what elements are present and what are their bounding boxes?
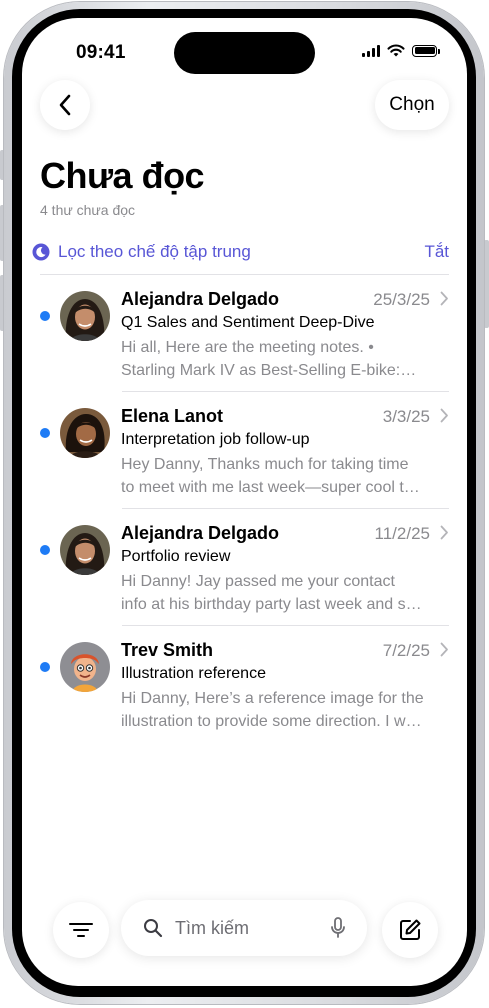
mail-preview-line: illustration to provide some direction. … xyxy=(121,713,422,730)
mail-date: 7/2/25 xyxy=(382,641,430,660)
mail-sender: Alejandra Delgado xyxy=(121,289,280,309)
compose-icon xyxy=(400,919,421,940)
mail-preview: Hi all, Here are the meeting notes. • St… xyxy=(121,336,449,382)
avatar xyxy=(60,525,110,575)
mail-sender: Trev Smith xyxy=(121,640,214,660)
moon-icon xyxy=(32,243,50,261)
mail-preview: Hi Danny! Jay passed me your contact inf… xyxy=(121,570,449,616)
screen: 09:41 Chọn Chưa đọc 4 thư chưa đọc Lọc t… xyxy=(22,18,467,986)
mail-preview-line: Hi all, Here are the meeting notes. • xyxy=(121,339,374,356)
search-bar[interactable] xyxy=(121,900,367,956)
chevron-right-icon xyxy=(440,642,448,657)
dynamic-island xyxy=(174,32,315,74)
chevron-right-icon xyxy=(440,525,448,540)
mail-date: 3/3/25 xyxy=(382,407,430,426)
mail-preview: Hey Danny, Thanks much for taking time t… xyxy=(121,453,449,499)
status-time: 09:41 xyxy=(76,42,126,63)
unread-dot xyxy=(40,662,50,672)
focus-filter-row: Lọc theo chế độ tập trung Tắt xyxy=(32,240,449,264)
mail-date: 11/2/25 xyxy=(374,524,430,543)
unread-count: 4 thư chưa đọc xyxy=(40,202,136,218)
back-button[interactable] xyxy=(40,80,90,130)
microphone-icon[interactable] xyxy=(331,917,345,939)
avatar xyxy=(60,642,110,692)
avatar xyxy=(60,408,110,458)
page-title: Chưa đọc xyxy=(40,155,205,196)
mail-subject: Q1 Sales and Sentiment Deep-Dive xyxy=(121,314,375,331)
focus-filter-off-button[interactable]: Tắt xyxy=(424,242,449,262)
mail-preview-line: info at his birthday party last week and… xyxy=(121,596,422,613)
mail-preview-line: Hey Danny, Thanks much for taking time xyxy=(121,456,409,473)
unread-dot xyxy=(40,545,50,555)
focus-filter-label[interactable]: Lọc theo chế độ tập trung xyxy=(58,242,251,262)
mail-preview-line: to meet with me last week—super cool t… xyxy=(121,479,420,496)
compose-button[interactable] xyxy=(382,902,438,958)
mail-date: 25/3/25 xyxy=(373,290,430,309)
avatar xyxy=(60,291,110,341)
chevron-right-icon xyxy=(440,291,448,306)
unread-dot xyxy=(40,311,50,321)
mail-preview: Hi Danny, Here’s a reference image for t… xyxy=(121,687,449,733)
cellular-signal-icon xyxy=(362,44,380,57)
filter-button[interactable] xyxy=(53,902,109,958)
side-button xyxy=(484,240,489,328)
search-icon xyxy=(143,918,163,938)
search-input[interactable] xyxy=(173,916,327,940)
mail-item[interactable]: Elena Lanot 3/3/25 Interpretation job fo… xyxy=(22,392,467,509)
wifi-icon xyxy=(387,44,405,57)
mail-list: Alejandra Delgado 25/3/25 Q1 Sales and S… xyxy=(22,275,467,743)
chevron-right-icon xyxy=(440,408,448,423)
mail-sender: Alejandra Delgado xyxy=(121,523,280,543)
filter-lines-icon xyxy=(69,923,93,937)
battery-icon xyxy=(412,44,440,57)
mail-sender: Elena Lanot xyxy=(121,406,224,426)
mail-subject: Portfolio review xyxy=(121,548,231,565)
status-icons xyxy=(362,44,440,57)
unread-dot xyxy=(40,428,50,438)
mail-preview-line: Hi Danny! Jay passed me your contact xyxy=(121,573,395,590)
mail-item[interactable]: Alejandra Delgado 11/2/25 Portfolio revi… xyxy=(22,509,467,626)
mail-subject: Interpretation job follow-up xyxy=(121,431,310,448)
mail-preview-line: Starling Mark IV as Best-Selling E-bike:… xyxy=(121,362,417,379)
mail-preview-line: Hi Danny, Here’s a reference image for t… xyxy=(121,690,424,707)
mail-item[interactable]: Trev Smith 7/2/25 Illustration reference… xyxy=(22,626,467,743)
chevron-left-icon xyxy=(59,94,71,116)
mail-item[interactable]: Alejandra Delgado 25/3/25 Q1 Sales and S… xyxy=(22,275,467,392)
mail-subject: Illustration reference xyxy=(121,665,266,682)
select-button[interactable]: Chọn xyxy=(375,80,449,130)
